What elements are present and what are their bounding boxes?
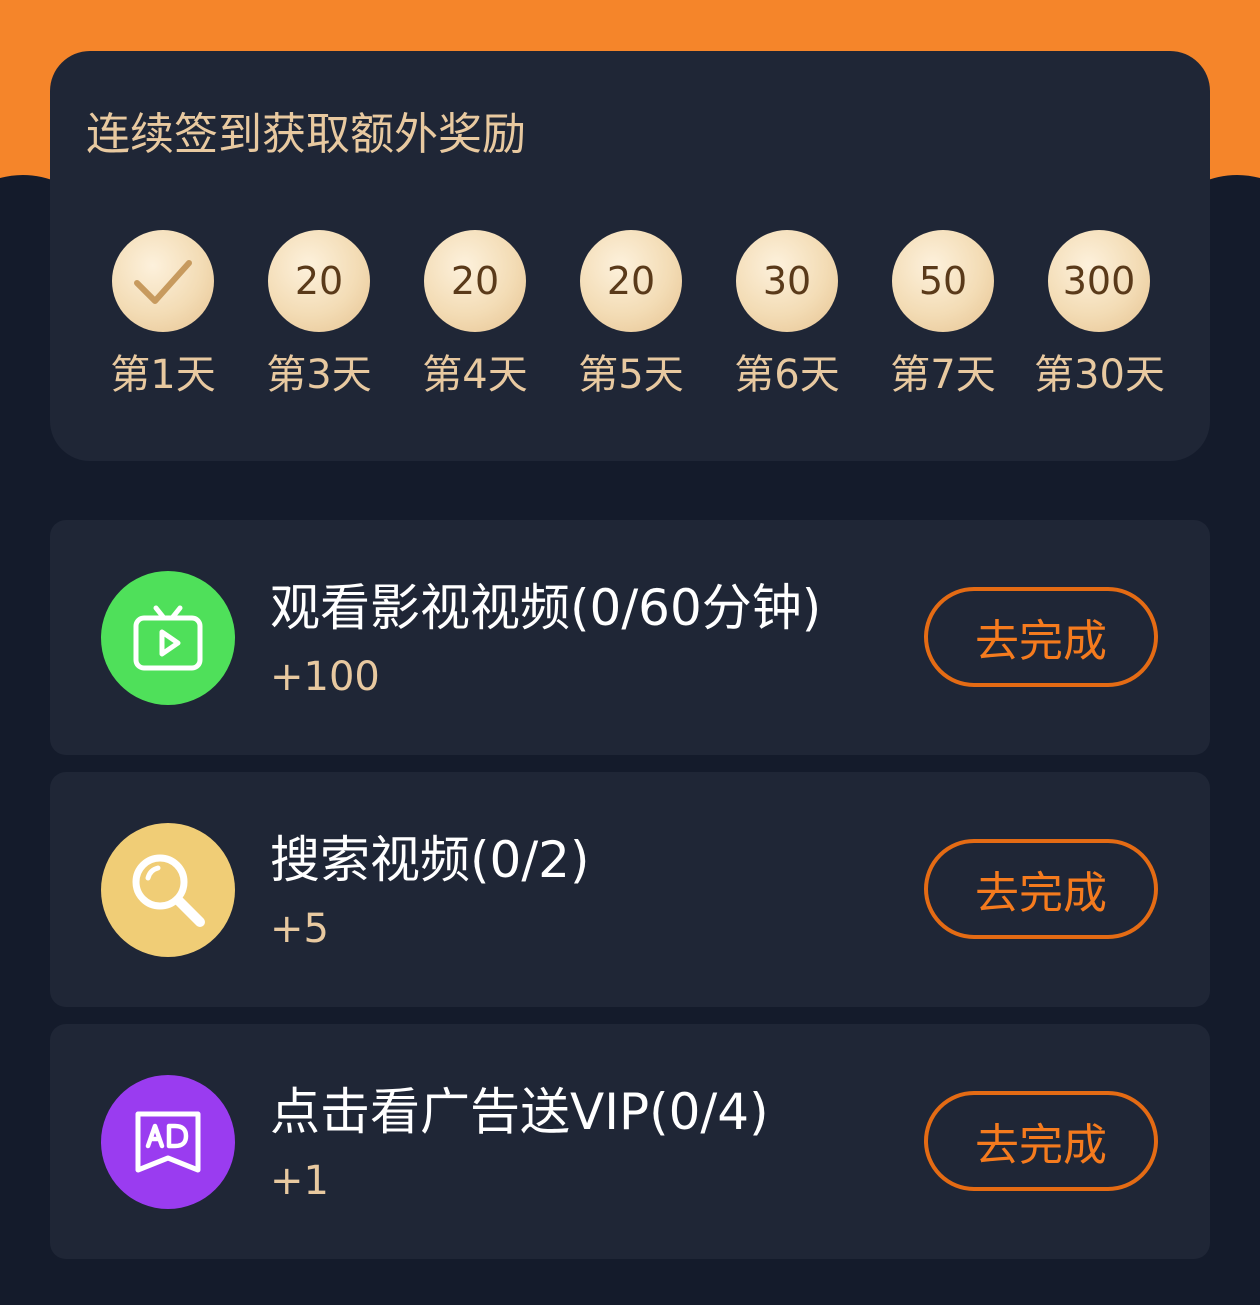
signin-day-1[interactable]: 第1天 [98, 230, 228, 410]
reward-coin: 300 [1048, 230, 1150, 332]
reward-coin: 20 [268, 230, 370, 332]
reward-coin: 50 [892, 230, 994, 332]
day-label: 第4天 [422, 352, 528, 398]
signin-day-5[interactable]: 20 第5天 [566, 230, 696, 410]
signin-day-3[interactable]: 20 第3天 [254, 230, 384, 410]
day-label: 第6天 [734, 352, 840, 398]
task-reward: +100 [270, 654, 380, 700]
signin-title: 连续签到获取额外奖励 [86, 109, 526, 160]
checkmark-icon [112, 230, 214, 332]
reward-coin: 30 [736, 230, 838, 332]
task-search-video: 搜索视频(0/2) +5 去完成 [50, 772, 1210, 1007]
go-complete-button[interactable]: 去完成 [924, 587, 1158, 687]
task-title: 观看影视视频(0/60分钟) [270, 579, 822, 637]
task-watch-ad: 点击看广告送VIP(0/4) +1 去完成 [50, 1024, 1210, 1259]
task-reward: +1 [270, 1158, 329, 1204]
go-complete-button[interactable]: 去完成 [924, 1091, 1158, 1191]
task-reward: +5 [270, 906, 329, 952]
signin-day-6[interactable]: 30 第6天 [722, 230, 852, 410]
task-watch-video: 观看影视视频(0/60分钟) +100 去完成 [50, 520, 1210, 755]
ad-icon [101, 1075, 235, 1209]
go-complete-button[interactable]: 去完成 [924, 839, 1158, 939]
signin-card: 连续签到获取额外奖励 第1天 20 第3天 20 第4天 20 第5天 30 第… [50, 51, 1210, 461]
task-title: 点击看广告送VIP(0/4) [270, 1083, 769, 1141]
task-title: 搜索视频(0/2) [270, 831, 590, 889]
day-label: 第30天 [1034, 352, 1165, 398]
day-label: 第7天 [890, 352, 996, 398]
day-label: 第3天 [266, 352, 372, 398]
search-icon [101, 823, 235, 957]
day-label: 第5天 [578, 352, 684, 398]
day-label: 第1天 [110, 352, 216, 398]
signin-day-4[interactable]: 20 第4天 [410, 230, 540, 410]
signin-day-7[interactable]: 50 第7天 [878, 230, 1008, 410]
reward-coin: 20 [580, 230, 682, 332]
signin-day-30[interactable]: 300 第30天 [1034, 230, 1165, 410]
tv-play-icon [101, 571, 235, 705]
reward-coin: 20 [424, 230, 526, 332]
